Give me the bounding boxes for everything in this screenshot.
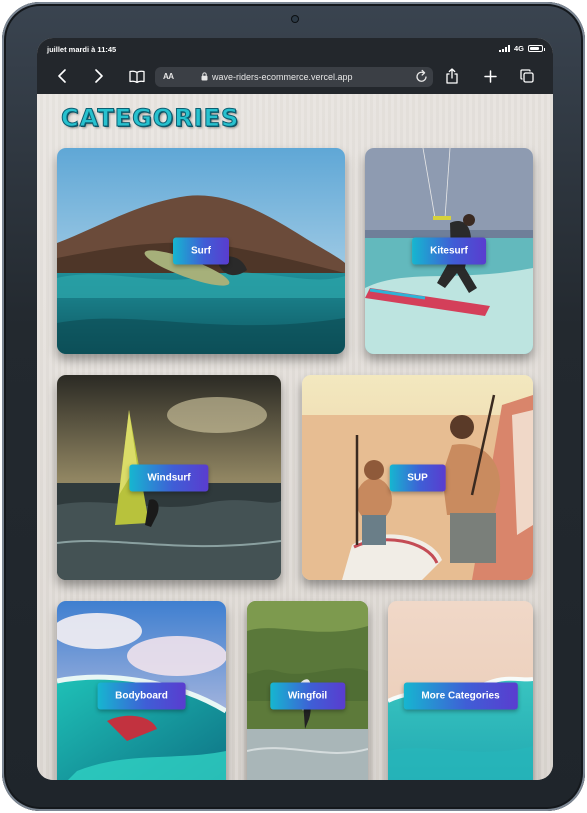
back-button[interactable] xyxy=(52,66,72,86)
screen: juillet mardi à 11:45 4G AA wave-riders-… xyxy=(37,38,553,780)
tabs-icon xyxy=(520,69,534,83)
category-card-bodyboard[interactable]: Bodyboard xyxy=(57,601,226,780)
text-size-button[interactable]: AA xyxy=(163,72,174,81)
tablet-frame: juillet mardi à 11:45 4G AA wave-riders-… xyxy=(2,2,585,811)
tabs-overview-button[interactable] xyxy=(517,66,537,86)
forward-button[interactable] xyxy=(89,66,109,86)
reload-icon xyxy=(416,69,427,82)
book-icon xyxy=(129,70,145,83)
category-card-windsurf[interactable]: Windsurf xyxy=(57,375,281,580)
category-label-kitesurf: Kitesurf xyxy=(412,237,486,265)
share-button[interactable] xyxy=(442,66,462,86)
category-card-more[interactable]: More Categories xyxy=(388,601,533,780)
front-camera xyxy=(292,16,298,22)
status-bar: juillet mardi à 11:45 4G xyxy=(37,38,553,58)
category-card-surf[interactable]: Surf xyxy=(57,148,345,354)
network-type: 4G xyxy=(513,44,524,53)
chevron-right-icon xyxy=(95,69,103,83)
category-label-wingfoil: Wingfoil xyxy=(269,682,346,710)
page-content: CATEGORIES Surf Kitesurf Windsurf SUP Bo… xyxy=(37,94,553,780)
status-indicators: 4G xyxy=(498,44,545,53)
reload-button[interactable] xyxy=(415,69,429,86)
category-label-more: More Categories xyxy=(403,682,518,710)
chevron-left-icon xyxy=(58,69,66,83)
plus-icon xyxy=(483,69,497,83)
lock-icon xyxy=(201,72,208,81)
cellular-signal-icon xyxy=(498,45,510,52)
category-card-sup[interactable]: SUP xyxy=(302,375,533,580)
category-card-kitesurf[interactable]: Kitesurf xyxy=(365,148,533,354)
category-card-wingfoil[interactable]: Wingfoil xyxy=(247,601,368,780)
bookmarks-button[interactable] xyxy=(127,66,147,86)
category-label-surf: Surf xyxy=(173,237,229,265)
address-bar[interactable]: AA wave-riders-ecommerce.vercel.app xyxy=(155,67,433,87)
status-time: juillet mardi à 11:45 xyxy=(47,45,117,54)
category-label-windsurf: Windsurf xyxy=(129,464,209,491)
page-title: CATEGORIES xyxy=(60,104,240,133)
url-text: wave-riders-ecommerce.vercel.app xyxy=(212,72,353,82)
share-icon xyxy=(446,68,458,84)
battery-icon xyxy=(528,45,545,52)
category-label-bodyboard: Bodyboard xyxy=(97,682,186,710)
category-label-sup: SUP xyxy=(389,464,446,491)
new-tab-button[interactable] xyxy=(480,66,500,86)
browser-toolbar: AA wave-riders-ecommerce.vercel.app xyxy=(37,58,553,94)
